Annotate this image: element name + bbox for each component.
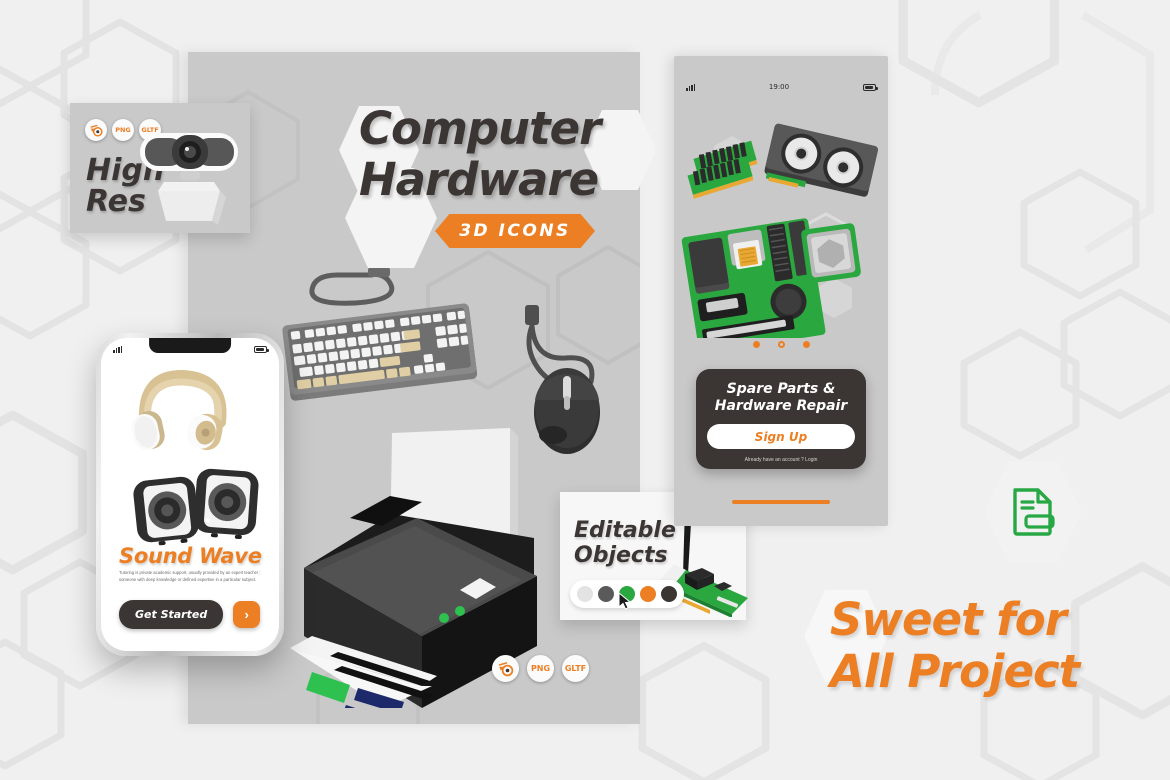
status-time: 19:00 [768, 83, 790, 91]
phone-mockup-right: 19:00 Spare Parts & Hardware Repair Sign… [674, 56, 888, 526]
cta-card: Spare Parts & Hardware Repair Sign Up Al… [696, 369, 866, 469]
swatch-3[interactable] [640, 586, 656, 602]
battery-icon [254, 345, 269, 353]
phone-left-screen: Sound Wave Tutoring is private academic … [101, 338, 279, 651]
webcam-3d-icon [134, 125, 244, 225]
poster-canvas: Computer Hardware 3D ICONS PNG GLTF High… [0, 0, 1170, 780]
blender-icon [85, 119, 107, 141]
headphones-3d-icon [125, 369, 245, 462]
pagination-dot-2[interactable] [777, 341, 785, 348]
cursor-pointer-icon [618, 591, 632, 615]
3d-icons-badge: 3D ICONS [435, 214, 595, 248]
signal-icon [686, 83, 695, 91]
file-document-icon-hexagon [984, 461, 1082, 563]
phone-mockup-left: Sound Wave Tutoring is private academic … [96, 333, 284, 656]
png-badge: PNG [527, 655, 554, 682]
speakers-3d-icon [121, 458, 271, 548]
page-title: Computer Hardware 3D ICONS [339, 102, 656, 268]
home-indicator [732, 500, 830, 504]
file-document-icon [1013, 488, 1055, 536]
hardware-illustration-group [674, 108, 888, 354]
cta-title: Spare Parts & Hardware Repair [715, 381, 848, 415]
battery-icon [863, 83, 878, 91]
slogan-line-2: All Project [830, 645, 1080, 698]
high-res-card: PNG GLTF High Res [70, 103, 250, 233]
sign-up-button[interactable]: Sign Up [707, 424, 855, 449]
swatch-1[interactable] [598, 586, 614, 602]
cta-title-line-1: Spare Parts & [726, 381, 836, 397]
get-started-button[interactable]: Get Started [119, 600, 224, 629]
swatch-4[interactable] [661, 586, 677, 602]
cta-title-line-2: Hardware Repair [714, 398, 848, 414]
phone-right-statusbar: 19:00 [674, 80, 888, 94]
pagination-dots[interactable] [674, 341, 888, 348]
swatch-0[interactable] [577, 586, 593, 602]
sound-wave-body: Tutoring is private academic support, us… [119, 570, 261, 582]
sound-wave-title: Sound Wave [119, 544, 262, 568]
login-prompt[interactable]: Already have an account ? Login [745, 457, 818, 463]
png-badge: PNG [112, 119, 134, 141]
3d-icons-badge-label: 3D ICONS [459, 221, 571, 241]
signal-icon [113, 345, 122, 353]
blender-icon [492, 655, 519, 682]
slogan: Sweet for All Project [804, 590, 1080, 698]
phone-right-screen: 19:00 Spare Parts & Hardware Repair Sign… [674, 56, 888, 526]
sound-wave-actions: Get Started › [119, 600, 261, 629]
chevron-right-icon: › [244, 607, 249, 622]
pagination-dot-3[interactable] [802, 341, 810, 348]
format-badge-row: PNG GLTF [492, 655, 589, 682]
title-line-2: Hardware [359, 153, 599, 206]
slogan-line-1: Sweet for [830, 593, 1067, 646]
pagination-dot-1[interactable] [752, 341, 760, 348]
next-arrow-button[interactable]: › [233, 601, 261, 628]
phone-left-statusbar [101, 342, 279, 356]
gltf-badge: GLTF [562, 655, 589, 682]
title-line-1: Computer [359, 102, 601, 155]
